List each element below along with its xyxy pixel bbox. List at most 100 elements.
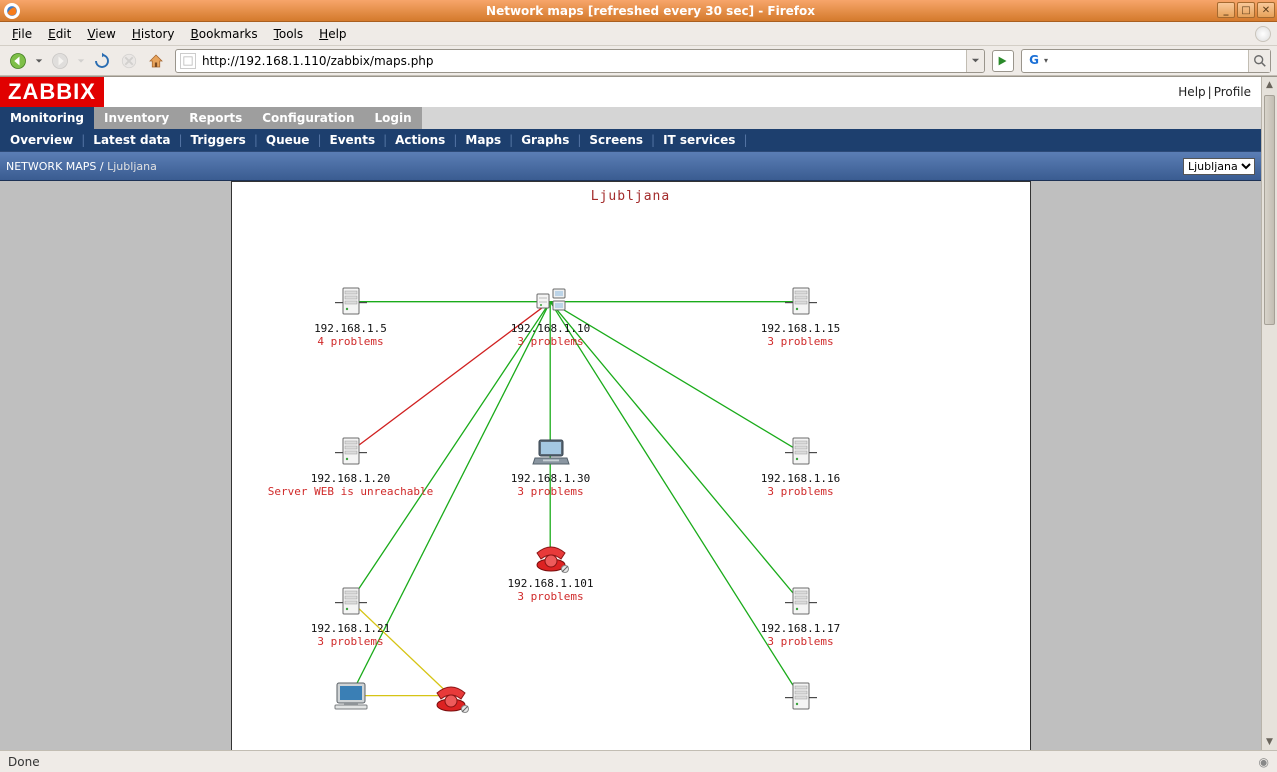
breadcrumb-current: Ljubljana <box>107 160 157 173</box>
workstation-icon <box>329 679 373 715</box>
node-ip: 192.168.1.20 <box>311 472 390 485</box>
map-node-n11[interactable] <box>381 679 521 715</box>
tab-inventory[interactable]: Inventory <box>94 107 179 129</box>
map-node-192.168.1.5[interactable]: 192.168.1.54 problems <box>281 284 421 348</box>
status-text: Done <box>8 755 40 769</box>
node-ip: 192.168.1.16 <box>761 472 840 485</box>
urlbar-input[interactable] <box>200 54 966 68</box>
go-button[interactable] <box>992 50 1014 72</box>
map-node-192.168.1.30[interactable]: 192.168.1.303 problems <box>481 434 621 498</box>
subtab-actions[interactable]: Actions <box>387 133 453 147</box>
window-title: Network maps [refreshed every 30 sec] - … <box>24 4 1277 18</box>
window-close-button[interactable]: ✕ <box>1257 2 1275 18</box>
subtab-overview[interactable]: Overview <box>2 133 81 147</box>
server-icon <box>329 584 373 620</box>
subtab-maps[interactable]: Maps <box>457 133 509 147</box>
node-status: 3 problems <box>517 335 583 348</box>
urlbar-container <box>175 49 985 73</box>
subtab-triggers[interactable]: Triggers <box>183 133 254 147</box>
node-ip: 192.168.1.21 <box>311 622 390 635</box>
map-node-192.168.1.17[interactable]: 192.168.1.173 problems <box>731 584 871 648</box>
sub-nav: Overview|Latest data|Triggers|Queue|Even… <box>0 129 1261 151</box>
map-container: Ljubljana 192.168.1.54 problems192.168.1… <box>0 181 1261 750</box>
browser-statusbar: Done ◉ <box>0 750 1277 772</box>
breadcrumb: NETWORK MAPS / Ljubljana <box>6 160 157 173</box>
node-status: 3 problems <box>767 335 833 348</box>
node-ip: 192.168.1.15 <box>761 322 840 335</box>
throbber-icon <box>1255 26 1271 42</box>
subtab-screens[interactable]: Screens <box>581 133 651 147</box>
window-minimize-button[interactable]: _ <box>1217 2 1235 18</box>
firefox-icon <box>4 3 20 19</box>
back-button[interactable] <box>6 49 30 73</box>
map-node-192.168.1.21[interactable]: 192.168.1.213 problems <box>281 584 421 648</box>
search-input[interactable] <box>1052 53 1248 69</box>
reload-button[interactable] <box>90 49 114 73</box>
node-status: Server WEB is unreachable <box>268 485 434 498</box>
subtab-queue[interactable]: Queue <box>258 133 318 147</box>
search-submit-button[interactable] <box>1248 50 1270 72</box>
server-icon <box>779 284 823 320</box>
server-icon <box>779 434 823 470</box>
tab-configuration[interactable]: Configuration <box>252 107 364 129</box>
map-node-192.168.1.16[interactable]: 192.168.1.163 problems <box>731 434 871 498</box>
tab-monitoring[interactable]: Monitoring <box>0 107 94 129</box>
menubar: FileEditView HistoryBookmarksToolsHelp <box>0 22 1277 46</box>
map-canvas: Ljubljana 192.168.1.54 problems192.168.1… <box>231 181 1031 750</box>
phone-icon <box>429 679 473 715</box>
server-icon <box>329 284 373 320</box>
home-button[interactable] <box>144 49 168 73</box>
subtab-graphs[interactable]: Graphs <box>513 133 577 147</box>
forward-button <box>48 49 72 73</box>
page: ZABBIX Help | Profile MonitoringInventor… <box>0 77 1277 750</box>
node-status: 3 problems <box>517 590 583 603</box>
menu-bookmarks[interactable]: Bookmarks <box>185 25 264 43</box>
menu-edit[interactable]: Edit <box>42 25 77 43</box>
menu-history[interactable]: History <box>126 25 181 43</box>
stop-button <box>117 49 141 73</box>
subtab-latest-data[interactable]: Latest data <box>85 133 178 147</box>
zabbix-logo: ZABBIX <box>0 77 104 107</box>
tab-login[interactable]: Login <box>365 107 422 129</box>
map-node-192.168.1.15[interactable]: 192.168.1.153 problems <box>731 284 871 348</box>
page-scrollbar[interactable]: ▲ ▼ <box>1261 77 1277 750</box>
menu-view[interactable]: View <box>81 25 121 43</box>
tab-reports[interactable]: Reports <box>179 107 252 129</box>
header-links: Help | Profile <box>1178 77 1261 107</box>
menu-tools[interactable]: Tools <box>268 25 310 43</box>
map-node-n12[interactable] <box>731 679 871 715</box>
node-ip: 192.168.1.17 <box>761 622 840 635</box>
profile-link[interactable]: Profile <box>1214 85 1251 99</box>
window-titlebar: Network maps [refreshed every 30 sec] - … <box>0 0 1277 22</box>
laptop-icon <box>529 434 573 470</box>
map-node-192.168.1.10[interactable]: 192.168.1.103 problems <box>481 284 621 348</box>
map-node-192.168.1.101[interactable]: 192.168.1.1013 problems <box>481 539 621 603</box>
window-maximize-button[interactable]: □ <box>1237 2 1255 18</box>
help-link[interactable]: Help <box>1178 85 1205 99</box>
search-engine-dropdown[interactable]: ▾ <box>1044 56 1048 65</box>
back-history-dropdown[interactable] <box>33 49 45 73</box>
page-content: ZABBIX Help | Profile MonitoringInventor… <box>0 77 1261 750</box>
menu-help[interactable]: Help <box>313 25 352 43</box>
node-status: 4 problems <box>317 335 383 348</box>
app-window: Network maps [refreshed every 30 sec] - … <box>0 0 1277 772</box>
scroll-thumb[interactable] <box>1264 95 1275 325</box>
node-ip: 192.168.1.101 <box>507 577 593 590</box>
menu-file[interactable]: File <box>6 25 38 43</box>
search-engine-icon[interactable]: G <box>1026 53 1042 69</box>
zabbix-header: ZABBIX Help | Profile <box>0 77 1261 107</box>
node-ip: 192.168.1.5 <box>314 322 387 335</box>
scroll-down-arrow[interactable]: ▼ <box>1262 734 1277 750</box>
urlbar-history-dropdown[interactable] <box>966 50 984 72</box>
map-node-192.168.1.20[interactable]: 192.168.1.20Server WEB is unreachable <box>281 434 421 498</box>
subtab-it-services[interactable]: IT services <box>655 133 743 147</box>
node-ip: 192.168.1.10 <box>511 322 590 335</box>
map-select[interactable]: Ljubljana <box>1183 158 1255 175</box>
hub-icon <box>529 284 573 320</box>
node-ip: 192.168.1.30 <box>511 472 590 485</box>
breadcrumb-section: NETWORK MAPS <box>6 160 96 173</box>
subtab-events[interactable]: Events <box>322 133 384 147</box>
node-status: 3 problems <box>767 635 833 648</box>
status-eye-icon: ◉ <box>1259 755 1269 769</box>
scroll-up-arrow[interactable]: ▲ <box>1262 77 1277 93</box>
